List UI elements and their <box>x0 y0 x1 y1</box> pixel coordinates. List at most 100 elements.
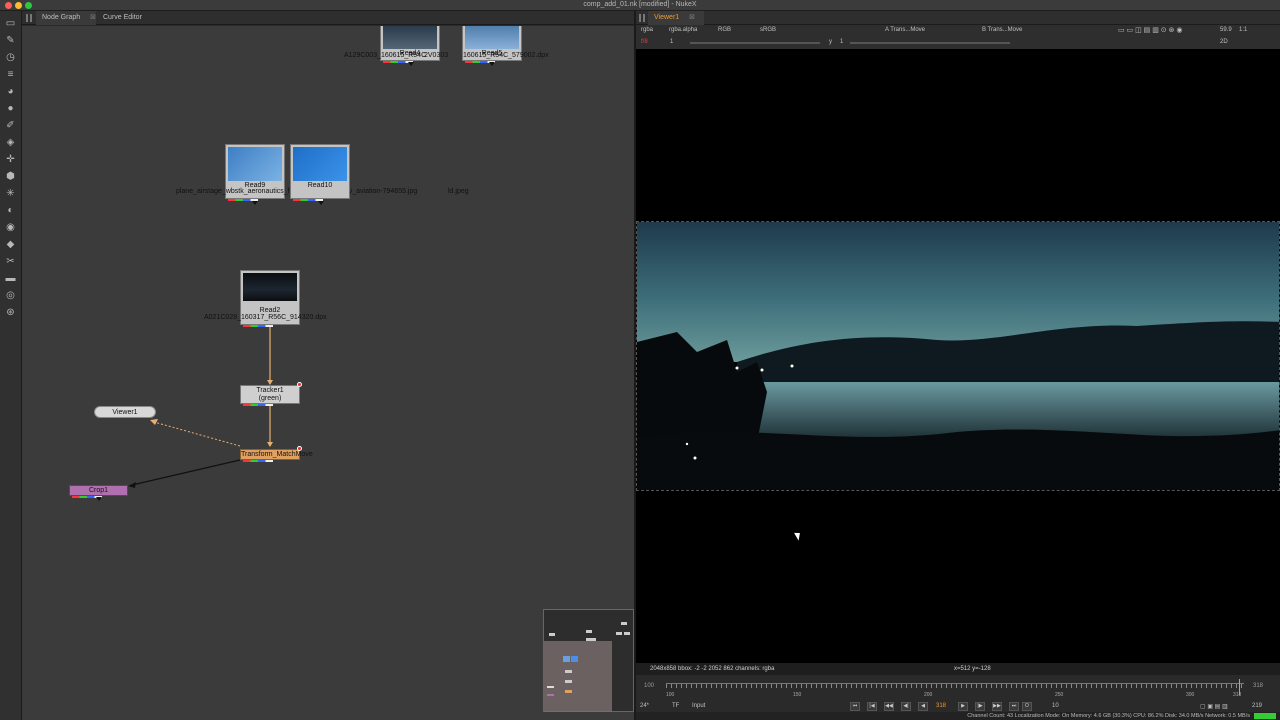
tick-label: 100 <box>666 692 675 698</box>
prev-increment-button[interactable]: ◀◀ <box>884 702 894 711</box>
timeline-end[interactable]: 318 <box>1253 683 1263 689</box>
metadata-icon[interactable]: ◆ <box>4 238 17 251</box>
tick-label: 300 <box>1186 692 1195 698</box>
gain-value[interactable]: 1 <box>670 39 673 45</box>
tick-label: 150 <box>793 692 802 698</box>
node-output-arrow-icon <box>96 497 102 501</box>
read4-thumbnail <box>383 26 437 49</box>
end-frame-input[interactable]: 219 <box>1252 703 1262 709</box>
pipe-transform-viewer1 <box>153 421 241 447</box>
zoom-ratio-dropdown[interactable]: 1:1 <box>1239 27 1247 33</box>
node-output-arrow-icon <box>408 62 414 66</box>
viewer-pane: Viewer1 ⊠ rgba rgba.alpha RGB sRGB A Tra… <box>636 11 1280 720</box>
channel-strip <box>243 460 273 462</box>
plugins-icon[interactable]: ⊛ <box>4 306 17 319</box>
toolsets-icon[interactable]: ✂ <box>4 255 17 268</box>
current-frame-input[interactable]: 318 <box>936 703 946 709</box>
timeline-ruler[interactable] <box>666 683 1244 693</box>
pane-grip-icon[interactable] <box>639 14 645 22</box>
display-channels-dropdown[interactable]: RGB <box>718 27 731 33</box>
node-output-arrow-icon <box>318 201 324 205</box>
view-mode-dropdown[interactable]: 2D <box>1220 39 1228 45</box>
landscape-image <box>637 222 1279 490</box>
loop-mode-button[interactable]: O <box>1022 702 1032 711</box>
image-icon[interactable]: ▭ <box>4 17 17 30</box>
keyer-icon[interactable]: ✐ <box>4 119 17 132</box>
last-frame-button[interactable]: ⏭ <box>1009 702 1019 711</box>
read10-thumbnail <box>293 147 347 181</box>
tab-viewer1-label: Viewer1 <box>654 14 680 21</box>
fstop-button[interactable]: f/8 <box>641 39 648 45</box>
tab-viewer1[interactable]: Viewer1 ⊠ <box>648 11 704 25</box>
pane-grip-icon[interactable] <box>26 14 32 22</box>
viewer1-node[interactable]: Viewer1 <box>94 406 156 418</box>
tab-node-graph-label: Node Graph <box>42 14 81 21</box>
playhead[interactable] <box>1239 679 1240 695</box>
read10-file: ld.jpeg <box>448 188 469 195</box>
viewer-tool-icons[interactable]: ▭ ▭ ◫ ▤ ▥ ⊙ ⊛ ◉ <box>1118 26 1183 34</box>
title-bar: comp_add_01.nk [modified] - NukeX <box>0 0 1280 11</box>
play-forward-button[interactable]: ▶ <box>958 702 968 711</box>
viewer-toggle-icons[interactable]: ▢ ▣ ▤ ▥ <box>1200 703 1228 710</box>
crop1-node[interactable]: Crop1 <box>69 485 128 498</box>
filter-icon[interactable]: ● <box>4 102 17 115</box>
input-b-dropdown[interactable]: B Trans...Move <box>982 27 1022 33</box>
draw-icon[interactable]: ✎ <box>4 34 17 47</box>
viewer-tabbar: Viewer1 ⊠ <box>636 11 1280 25</box>
range-dropdown[interactable]: Input <box>692 703 705 709</box>
particles-icon[interactable]: ✳ <box>4 187 17 200</box>
tab-curve-editor[interactable]: Curve Editor ⊠ <box>97 11 157 35</box>
read2-file: A021C028_160317_R56C_914320.dpx <box>204 314 327 321</box>
tick-label: 250 <box>1055 692 1064 698</box>
tick-label: 200 <box>924 692 933 698</box>
viewer1-label: Viewer1 <box>112 409 138 416</box>
frame-increment-input[interactable]: 10 <box>1052 703 1059 709</box>
node-graph-navigator[interactable] <box>543 609 634 712</box>
other-icon[interactable]: ▬ <box>4 272 17 285</box>
color-icon[interactable]: ◕ <box>4 85 17 98</box>
crop1-label: Crop1 <box>88 487 109 494</box>
play-backward-button[interactable]: ◀ <box>918 702 928 711</box>
gamma-label: y <box>829 39 832 45</box>
pipe-arrow-icon <box>150 419 158 425</box>
first-frame-button[interactable]: ⏮ <box>850 702 860 711</box>
prev-keyframe-button[interactable]: |◀ <box>867 702 877 711</box>
input-a-dropdown[interactable]: A Trans...Move <box>885 27 925 33</box>
next-frame-button[interactable]: |▶ <box>975 702 985 711</box>
furnace-icon[interactable]: ◎ <box>4 289 17 302</box>
viewer-lut-dropdown[interactable]: sRGB <box>760 27 776 33</box>
views-icon[interactable]: ◉ <box>4 221 17 234</box>
tracker1-node[interactable]: Tracker1 (green) <box>240 385 300 406</box>
read5-thumbnail <box>465 26 519 49</box>
prev-frame-button[interactable]: ◀| <box>901 702 911 711</box>
read10-node[interactable]: Read10 <box>290 144 350 201</box>
timeline-start[interactable]: 100 <box>644 683 654 689</box>
deep-icon[interactable]: ◐ <box>4 204 17 217</box>
channel-dropdown[interactable]: rgba.alpha <box>669 27 697 33</box>
tab-node-graph[interactable]: Node Graph ⊠ <box>36 11 96 25</box>
timeline[interactable]: 100 100 150 200 250 300 318 318 <box>636 675 1280 701</box>
viewer-info-bar: 2048x858 bbox: -2 -2 2052 862 channels: … <box>636 663 1280 675</box>
pipe-arrow-icon <box>267 442 273 447</box>
gain-slider[interactable] <box>690 42 820 44</box>
nodes-toolbar: ▭ ✎ ◷ ≡ ◕ ● ✐ ◈ ✛ ⬢ ✳ ◐ ◉ ◆ ✂ ▬ ◎ ⊛ <box>0 11 22 720</box>
transform-icon[interactable]: ✛ <box>4 153 17 166</box>
3d-icon[interactable]: ⬢ <box>4 170 17 183</box>
gamma-value[interactable]: 1 <box>840 39 843 45</box>
close-tab-icon[interactable]: ⊠ <box>689 14 695 21</box>
timeline-frame-dropdown[interactable]: TF <box>672 703 679 709</box>
time-icon[interactable]: ◷ <box>4 51 17 64</box>
read10-label: Read10 <box>307 182 333 189</box>
close-tab-icon[interactable]: ⊠ <box>90 14 96 21</box>
viewer-image[interactable] <box>636 221 1280 491</box>
merge-icon[interactable]: ◈ <box>4 136 17 149</box>
channel-icon[interactable]: ≡ <box>4 68 17 81</box>
transform-matchmove-node[interactable]: Transform_MatchMove <box>240 449 313 462</box>
read2-label: Read2 <box>259 307 281 314</box>
fps-dropdown[interactable]: 24* <box>640 703 649 709</box>
channel-strip <box>243 325 273 327</box>
layer-dropdown[interactable]: rgba <box>641 27 653 33</box>
next-increment-button[interactable]: ▶▶ <box>992 702 1002 711</box>
nuke-window: { "window": { "title": "comp_add_01.nk [… <box>0 0 1280 720</box>
gamma-slider[interactable] <box>850 42 1010 44</box>
